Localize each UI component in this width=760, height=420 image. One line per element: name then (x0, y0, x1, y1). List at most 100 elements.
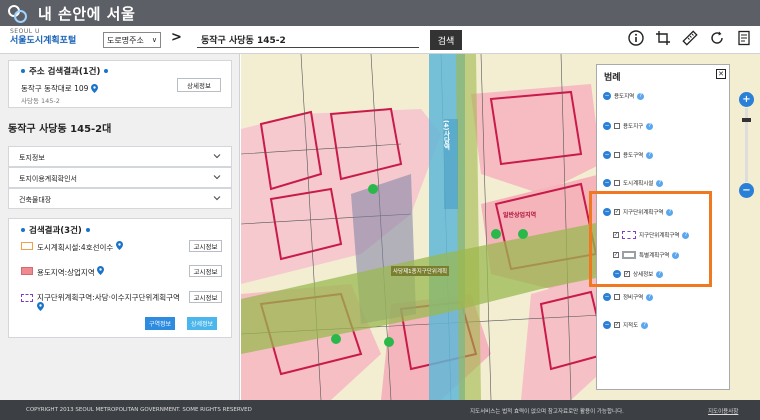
results-title-text: 검색결과(3건) (29, 226, 82, 236)
legend-label: 용도지역 (614, 94, 635, 100)
chevron-down-icon (213, 196, 221, 201)
brand[interactable]: 내 손안에 서울 (8, 3, 135, 24)
portal-logo[interactable]: SEOUL U 서울도시계획포털 (10, 29, 76, 46)
notice-button[interactable]: 고시정보 (189, 291, 222, 303)
search-results-card: 검색결과(3건) 도시계획시설:4호선이수 고시정보 용도지역:상업지역 고시정… (8, 218, 232, 338)
zoom-slider-handle[interactable] (742, 118, 751, 122)
checkbox[interactable] (614, 180, 620, 186)
minus-toggle-icon[interactable]: − (603, 293, 611, 301)
area-info-button[interactable]: 구역정보 (145, 317, 175, 330)
bullet-icon (21, 69, 25, 73)
chevron-down-icon (213, 154, 221, 159)
result-label: 지구단위계획구역:사당·이수지구단위계획구역 (37, 293, 183, 313)
help-icon[interactable]: ? (646, 122, 654, 130)
search-button[interactable]: 검색 (430, 30, 462, 50)
help-icon[interactable]: ? (637, 92, 645, 100)
accordion-building-register[interactable]: 건축물대장 (8, 188, 232, 209)
legend-item-zone[interactable]: − 용도구역 ? (603, 151, 654, 159)
help-icon[interactable]: ? (646, 151, 654, 159)
legend-label: 용도지구 (623, 124, 644, 130)
checkbox[interactable] (614, 152, 620, 158)
legend-item-cadastral[interactable]: − ✓ 지적도 ? (603, 321, 649, 329)
green-marker-icon (491, 229, 501, 239)
notice-button[interactable]: 고시정보 (189, 265, 222, 277)
checkbox[interactable] (614, 123, 620, 129)
area-label: 사당제1종지구단위계획 (391, 266, 450, 276)
zoom-in-button[interactable]: + (739, 92, 754, 107)
footer: COPYRIGHT 2013 SEOUL METROPOLITAN GOVERN… (0, 400, 760, 420)
accordion-label: 건축물대장 (19, 196, 52, 204)
address-type-select[interactable]: 도로명주소 ∨ (103, 32, 161, 48)
station-label: (4)사당역 (442, 120, 450, 150)
help-icon[interactable]: ? (656, 179, 664, 187)
address-road-text: 동작구 동작대로 109 (21, 84, 89, 93)
address-parcel: 사당동 145-2 (21, 97, 60, 105)
legend-item-facility[interactable]: − 도시계획시설 ? (603, 179, 664, 187)
result-label: 도시계획시설:4호선이수 (37, 241, 123, 253)
location-pin-icon (37, 302, 44, 311)
accordion-label: 토지정보 (19, 154, 45, 162)
zoom-out-button[interactable]: − (739, 183, 754, 198)
legend-item-district[interactable]: − 용도지구 ? (603, 122, 654, 130)
top-bar: 내 손안에 서울 (0, 0, 760, 26)
portal-logo-small: SEOUL U (10, 28, 40, 35)
accordion-label: 토지이용계획확인서 (19, 175, 77, 183)
left-panel: 주소 검색결과(1건) 동작구 동작대로 109 사당동 145-2 상세정보 … (0, 54, 240, 400)
legend-label: 도시계획시설 (623, 181, 654, 187)
address-type-label: 도로명주소 (107, 35, 144, 45)
address-result-title-text: 주소 검색결과(1건) (29, 67, 101, 77)
zone-label: 일반상업지역 (503, 212, 537, 219)
result-item-district-plan[interactable]: 지구단위계획구역:사당·이수지구단위계획구역 고시정보 (21, 289, 226, 315)
ruler-icon[interactable] (682, 30, 698, 46)
search-toolbar: SEOUL U 서울도시계획포털 도로명주소 ∨ > 검색 (0, 26, 760, 54)
accordion-land-info[interactable]: 토지정보 (8, 146, 232, 167)
legend-label: 지적도 (623, 323, 639, 329)
green-marker-icon (368, 184, 378, 194)
minus-toggle-icon[interactable]: − (603, 179, 611, 187)
notice-button[interactable]: 고시정보 (189, 240, 222, 252)
checkbox[interactable] (614, 294, 620, 300)
address-result-card: 주소 검색결과(1건) 동작구 동작대로 109 사당동 145-2 상세정보 (8, 60, 232, 108)
help-icon[interactable]: ? (646, 293, 654, 301)
district-symbol-icon (21, 294, 33, 302)
zoning-symbol-icon (21, 267, 33, 275)
info-icon[interactable] (628, 30, 644, 46)
minus-toggle-icon[interactable]: − (603, 122, 611, 130)
result-item-facility[interactable]: 도시계획시설:4호선이수 고시정보 (21, 237, 226, 257)
portal-logo-name: 서울도시계획포털 (10, 36, 77, 46)
brand-title: 내 손안에 서울 (38, 5, 136, 23)
result-label: 용도지역:상업지역 (37, 266, 105, 278)
refresh-icon[interactable] (709, 30, 725, 46)
minus-toggle-icon[interactable]: − (603, 151, 611, 159)
address-detail-button[interactable]: 상세정보 (177, 78, 221, 92)
document-icon[interactable] (736, 30, 752, 46)
bullet-icon (85, 228, 90, 232)
legend-title: 범례 (604, 73, 621, 83)
close-icon[interactable]: ✕ (716, 69, 726, 79)
place-title: 동작구 사당동 145-2대 (8, 124, 112, 135)
results-title: 검색결과(3건) (21, 224, 90, 236)
zoom-control: + − (739, 92, 754, 198)
help-icon[interactable]: ? (641, 321, 649, 329)
accordion-land-use-plan[interactable]: 토지이용계획확인서 (8, 167, 232, 188)
address-result-title: 주소 검색결과(1건) (21, 65, 109, 77)
address-road[interactable]: 동작구 동작대로 109 (21, 83, 99, 94)
copyright-text: COPYRIGHT 2013 SEOUL METROPOLITAN GOVERN… (26, 407, 252, 413)
disclaimer-text: 지도서비스는 법적 효력이 없으며 참고자료로만 활용이 가능합니다. (470, 409, 624, 415)
search-input[interactable] (197, 32, 419, 48)
chevron-down-icon: ∨ (151, 36, 157, 44)
minus-toggle-icon[interactable]: − (603, 321, 611, 329)
legend-label: 정비구역 (623, 295, 644, 301)
legend-label: 용도구역 (623, 153, 644, 159)
chevron-right-icon: > (171, 30, 182, 45)
result-item-zoning[interactable]: 용도지역:상업지역 고시정보 (21, 262, 226, 282)
green-marker-icon (518, 229, 528, 239)
legend-item-redevelopment[interactable]: − 정비구역 ? (603, 293, 654, 301)
legend-item-zoning[interactable]: − 용도지역 ? (603, 92, 645, 100)
map-terms-link[interactable]: 지도이용사항 (708, 407, 738, 415)
detail-info-button[interactable]: 상세정보 (187, 317, 217, 330)
minus-toggle-icon[interactable]: − (603, 92, 611, 100)
checkbox-checked[interactable]: ✓ (614, 322, 620, 328)
crop-icon[interactable] (655, 30, 671, 46)
map-tools (628, 30, 752, 46)
